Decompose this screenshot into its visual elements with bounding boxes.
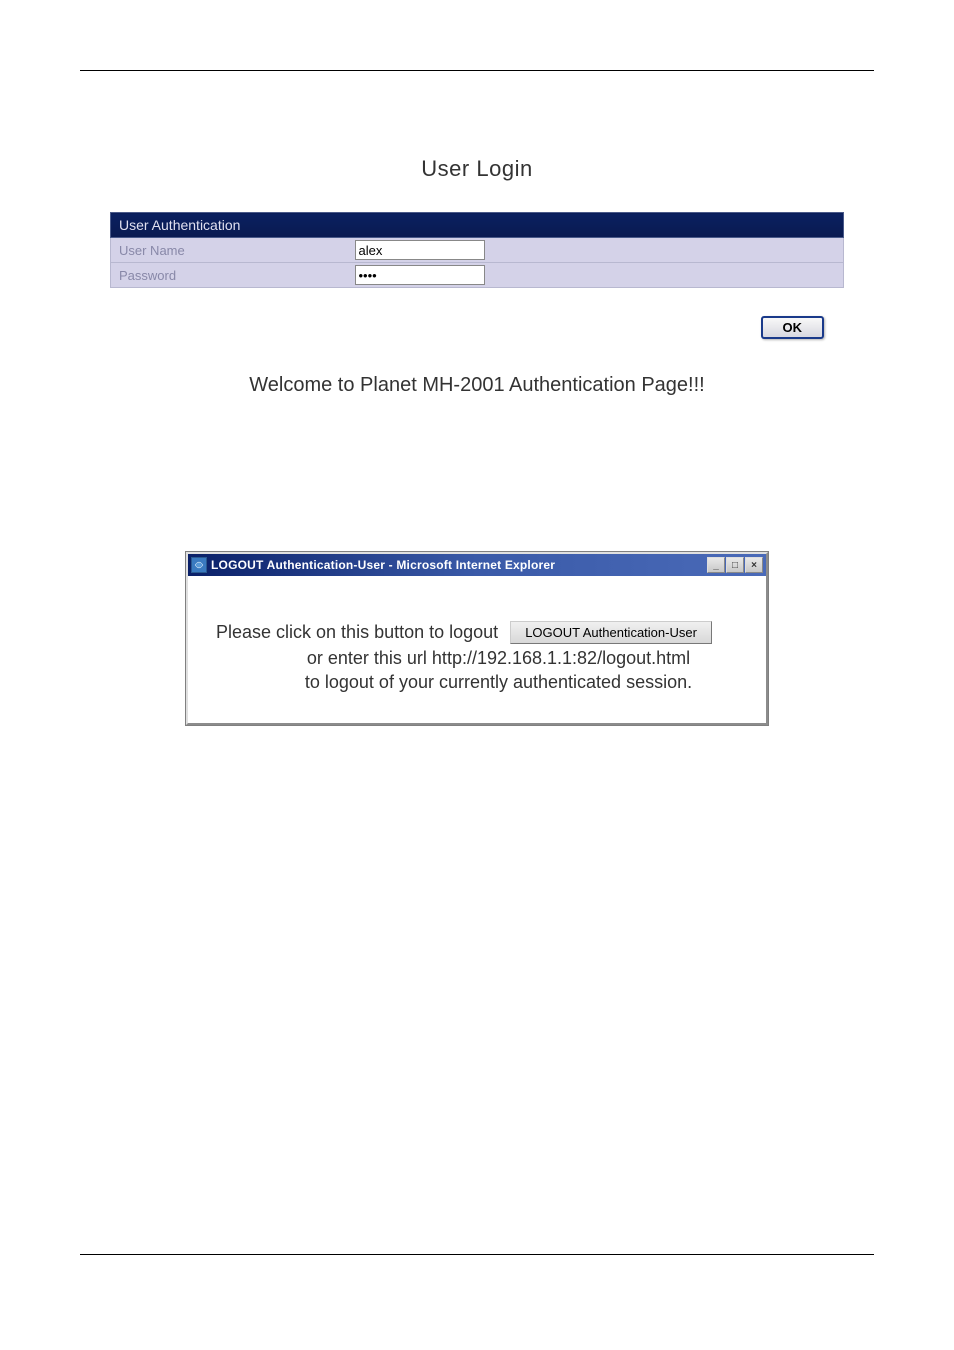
page-top-divider (80, 70, 874, 71)
logout-session-text: to logout of your currently authenticate… (251, 670, 746, 694)
page-title: User Login (110, 156, 844, 182)
ie-icon (191, 557, 207, 573)
username-input[interactable] (355, 240, 485, 260)
window-controls: _ □ × (707, 557, 763, 573)
maximize-icon: □ (732, 560, 738, 571)
password-label: Password (111, 263, 351, 288)
window-title: LOGOUT Authentication-User - Microsoft I… (211, 558, 707, 572)
minimize-icon: _ (713, 560, 719, 571)
auth-section-header: User Authentication (111, 213, 844, 238)
username-input-cell (351, 238, 844, 263)
password-row: Password (111, 263, 844, 288)
logout-line-1: Please click on this button to logout LO… (216, 621, 746, 644)
close-icon: × (751, 560, 757, 571)
login-section: User Login User Authentication User Name… (110, 156, 844, 397)
logout-url-text: or enter this url http://192.168.1.1:82/… (251, 646, 746, 670)
maximize-button[interactable]: □ (726, 557, 744, 573)
username-label: User Name (111, 238, 351, 263)
username-row: User Name (111, 238, 844, 263)
logout-popup-window: LOGOUT Authentication-User - Microsoft I… (186, 552, 768, 725)
logout-instruction-text: Please click on this button to logout (216, 622, 498, 643)
ok-button[interactable]: OK (761, 316, 825, 339)
welcome-message: Welcome to Planet MH-2001 Authentication… (110, 374, 844, 397)
close-button[interactable]: × (745, 557, 763, 573)
logout-text-wrap: or enter this url http://192.168.1.1:82/… (216, 646, 746, 695)
password-input-cell (351, 263, 844, 288)
password-input[interactable] (355, 265, 485, 285)
window-titlebar[interactable]: LOGOUT Authentication-User - Microsoft I… (188, 554, 766, 576)
auth-table: User Authentication User Name Password (110, 212, 844, 288)
logout-button[interactable]: LOGOUT Authentication-User (510, 621, 712, 644)
ok-button-container: OK (110, 316, 844, 339)
minimize-button[interactable]: _ (707, 557, 725, 573)
page-bottom-divider (80, 1254, 874, 1255)
logout-window-content: Please click on this button to logout LO… (188, 576, 766, 723)
